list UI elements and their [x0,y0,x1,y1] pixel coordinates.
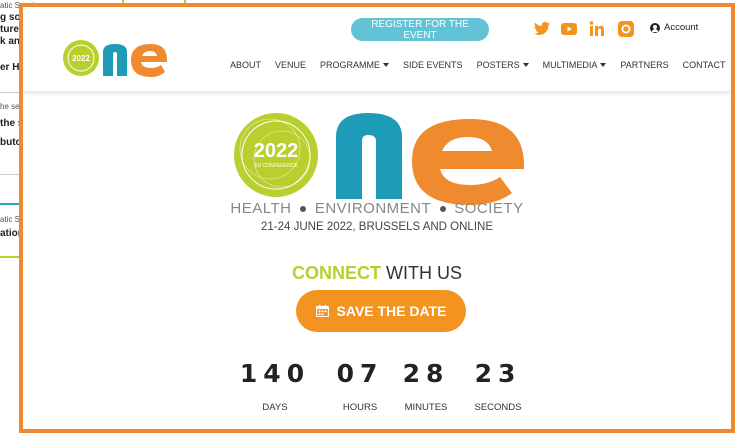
caret-down-icon [522,63,529,67]
countdown-days: 140 DAYS [230,359,320,413]
linkedin-icon[interactable] [588,20,606,38]
save-the-date-button[interactable]: SAVE THE DATE [296,290,466,332]
background-text: butc [0,137,22,148]
calendar-icon [315,305,329,317]
nav-label: ABOUT [230,60,262,70]
countdown-label: DAYS [262,402,288,413]
nav-posters[interactable]: POSTERS [470,60,536,70]
background-divider [0,203,20,205]
conference-page: 2022 REGISTER FOR THE EVENT Account ABOU… [19,3,735,433]
countdown-value: 23 [474,359,522,388]
register-button[interactable]: REGISTER FOR THE EVENT [351,18,489,41]
nav-partners[interactable]: PARTNERS [613,60,675,70]
event-dates: 21-24 JUNE 2022, BRUSSELS AND ONLINE [260,221,494,233]
connect-highlight: CONNECT [292,263,381,283]
bullet-dot [300,206,307,213]
tagline: HEALTH ENVIRONMENT SOCIETY [23,200,731,217]
user-icon [650,22,660,33]
nav-about[interactable]: ABOUT [223,60,268,70]
nav-venue[interactable]: VENUE [268,60,313,70]
site-header: 2022 REGISTER FOR THE EVENT Account ABOU… [23,7,731,91]
youtube-icon[interactable] [560,20,578,38]
countdown-label: SECONDS [474,402,522,413]
instagram-icon[interactable] [617,20,635,38]
countdown-value: 140 [239,359,311,388]
background-divider [0,92,20,93]
logo-subtitle: EU CONFERENCE [254,163,298,169]
background-divider [0,256,20,258]
save-label: SAVE THE DATE [336,303,447,319]
conference-logo: 2022 EU CONFERENCE [234,113,524,205]
tagline-health: HEALTH [230,200,292,217]
logo-year: 2022 [254,140,299,162]
nav-label: MULTIMEDIA [542,60,598,70]
account-label: Account [664,22,699,33]
nav-multimedia[interactable]: MULTIMEDIA [536,60,614,70]
nav-contact[interactable]: CONTACT [676,60,731,70]
tagline-society: SOCIETY [454,200,524,217]
background-text: ture [0,24,19,35]
site-logo[interactable]: 2022 [61,38,173,78]
nav-label: PARTNERS [620,60,669,70]
nav-side-events[interactable]: SIDE EVENTS [396,60,470,70]
account-link[interactable]: Account [650,22,698,33]
nav-programme[interactable]: PROGRAMME [313,60,396,70]
nav-label: VENUE [275,60,307,70]
nav-label: SIDE EVENTS [403,60,463,70]
logo-year: 2022 [72,54,90,63]
nav-label: PROGRAMME [320,60,381,70]
background-text: atic S [0,215,21,224]
background-text: he se [0,102,20,111]
caret-down-icon [600,63,607,67]
bullet-dot [439,206,446,213]
caret-down-icon [383,63,390,67]
background-text: g sc [0,12,21,23]
countdown-seconds: 23 SECONDS [453,359,543,413]
background-divider [0,174,20,175]
main-nav: ABOUT VENUE PROGRAMME SIDE EVENTS POSTER… [223,60,731,70]
nav-label: POSTERS [476,60,520,70]
twitter-icon[interactable] [533,20,551,38]
tagline-environment: ENVIRONMENT [314,200,431,217]
connect-rest: WITH US [381,263,462,283]
nav-label: CONTACT [682,60,726,70]
connect-heading: CONNECT WITH US [23,263,731,284]
